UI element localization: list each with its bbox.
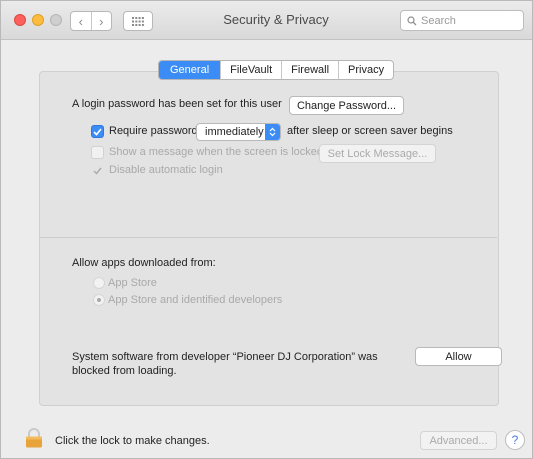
radio-selected-dot	[97, 298, 101, 302]
search-field[interactable]	[400, 10, 524, 31]
title-bar: ‹ › Security & Privacy	[1, 1, 532, 40]
show-message-checkbox[interactable]	[91, 146, 104, 159]
tab-firewall[interactable]: Firewall	[281, 61, 338, 79]
chevron-right-icon: ›	[99, 13, 104, 29]
window-title: Security & Privacy	[223, 12, 329, 27]
updown-arrows-icon	[265, 124, 280, 140]
advanced-button[interactable]: Advanced...	[420, 431, 497, 450]
login-password-status: A login password has been set for this u…	[72, 98, 282, 110]
allow-button[interactable]: Allow	[415, 347, 502, 366]
blocked-software-message-cont: blocked from loading.	[72, 365, 177, 377]
security-privacy-window: ‹ › Security & Privacy Search General Fi…	[0, 0, 533, 459]
tab-privacy[interactable]: Privacy	[338, 61, 393, 79]
search-input[interactable]	[421, 14, 516, 27]
tab-general[interactable]: General	[159, 61, 221, 79]
disable-automatic-login-label: Disable automatic login	[109, 164, 223, 176]
forward-button[interactable]: ›	[90, 12, 112, 30]
show-all-button[interactable]	[123, 11, 153, 31]
lock-instructions: Click the lock to make changes.	[55, 435, 210, 447]
allow-apps-heading: Allow apps downloaded from:	[72, 257, 216, 269]
section-divider	[40, 237, 497, 238]
disable-automatic-login-checkbox[interactable]	[91, 164, 104, 177]
show-message-label: Show a message when the screen is locked	[109, 146, 324, 158]
question-mark-icon: ?	[511, 433, 519, 447]
radio-app-store-label: App Store	[108, 277, 157, 289]
require-password-delay-value: immediately	[205, 126, 264, 138]
lock-icon[interactable]	[25, 428, 43, 448]
chevron-left-icon: ‹	[78, 13, 83, 29]
change-password-button[interactable]: Change Password...	[289, 96, 404, 115]
checkmark-icon	[93, 127, 102, 136]
after-sleep-text: after sleep or screen saver begins	[287, 125, 453, 137]
close-window-button[interactable]	[14, 14, 26, 26]
require-password-delay-popup[interactable]: immediately	[196, 123, 281, 141]
radio-app-store[interactable]	[93, 277, 105, 289]
set-lock-message-button[interactable]: Set Lock Message...	[319, 144, 436, 163]
minimize-window-button[interactable]	[32, 14, 44, 26]
zoom-window-button[interactable]	[50, 14, 62, 26]
grid-icon	[132, 16, 144, 26]
tab-bar: General FileVault Firewall Privacy	[158, 60, 395, 80]
radio-app-store-identified[interactable]	[93, 294, 105, 306]
radio-app-store-identified-label: App Store and identified developers	[108, 294, 283, 306]
require-password-checkbox[interactable]	[91, 125, 104, 138]
navigation-buttons: ‹ ›	[70, 11, 112, 31]
checkmark-icon	[93, 167, 102, 175]
require-password-label: Require password	[109, 125, 198, 137]
back-button[interactable]: ‹	[71, 12, 91, 30]
blocked-software-message: System software from developer “Pioneer …	[72, 351, 378, 363]
search-icon	[407, 15, 417, 25]
help-button[interactable]: ?	[505, 430, 525, 450]
tab-filevault[interactable]: FileVault	[220, 61, 281, 79]
